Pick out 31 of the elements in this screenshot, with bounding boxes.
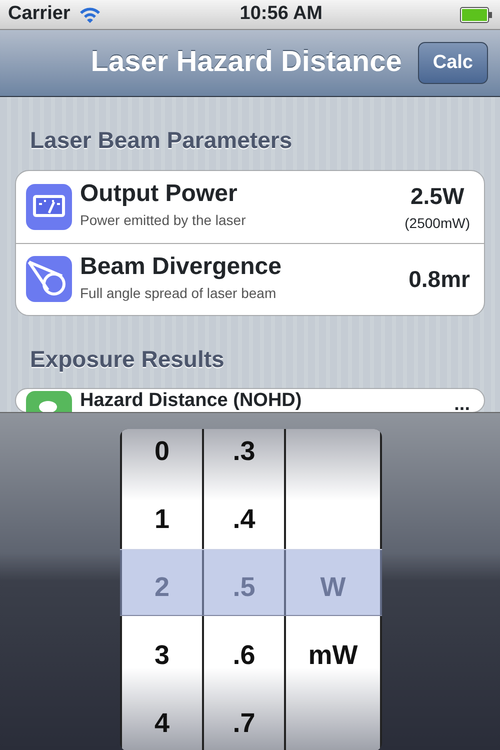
picker-item[interactable]: mW xyxy=(286,621,380,689)
table-row[interactable]: Output Power Power emitted by the laser 2.5W (2500mW) xyxy=(16,170,484,242)
gauge-icon xyxy=(26,184,72,230)
clock: 10:56 AM xyxy=(238,2,324,26)
lens-icon xyxy=(26,256,72,302)
picker-item[interactable]: 1 xyxy=(122,485,202,553)
row-value: 2.5W xyxy=(410,182,464,211)
section-header: Exposure Results xyxy=(29,344,226,374)
value-note: (2500mW) xyxy=(404,214,470,234)
row-subtitle: Full angle spread of laser beam xyxy=(80,284,278,303)
row-title: Output Power xyxy=(80,182,238,206)
picker-item[interactable]: .7 xyxy=(204,689,284,750)
carrier-label: Carrier xyxy=(8,2,70,26)
picker-wheel[interactable]: 0 1 2 3 4 .3 .4 .5 .6 .7 W mW xyxy=(120,429,382,750)
row-subtitle: Power emitted by the laser xyxy=(80,211,247,230)
row-title: Hazard Distance (NOHD) xyxy=(80,391,303,410)
row-value: 0.8mr xyxy=(408,264,470,294)
battery-icon xyxy=(460,6,492,22)
wifi-icon xyxy=(78,6,102,24)
row-value: ... xyxy=(454,393,470,412)
picker-item[interactable]: .3 xyxy=(204,429,284,485)
picker-item[interactable]: .4 xyxy=(204,485,284,553)
picker-item[interactable]: .6 xyxy=(204,621,284,689)
calc-button[interactable]: Calc xyxy=(418,42,488,84)
row-title: Beam Divergence xyxy=(80,254,282,278)
picker-item[interactable]: 4 xyxy=(122,689,202,750)
picker-item[interactable]: 3 xyxy=(122,621,202,689)
section-header: Laser Beam Parameters xyxy=(29,126,294,155)
screen-title: Laser Hazard Distance xyxy=(90,45,402,80)
picker-item[interactable]: 0 xyxy=(122,429,202,485)
table-row[interactable]: Beam Divergence Full angle spread of laser beam 0.8mr xyxy=(16,242,484,314)
